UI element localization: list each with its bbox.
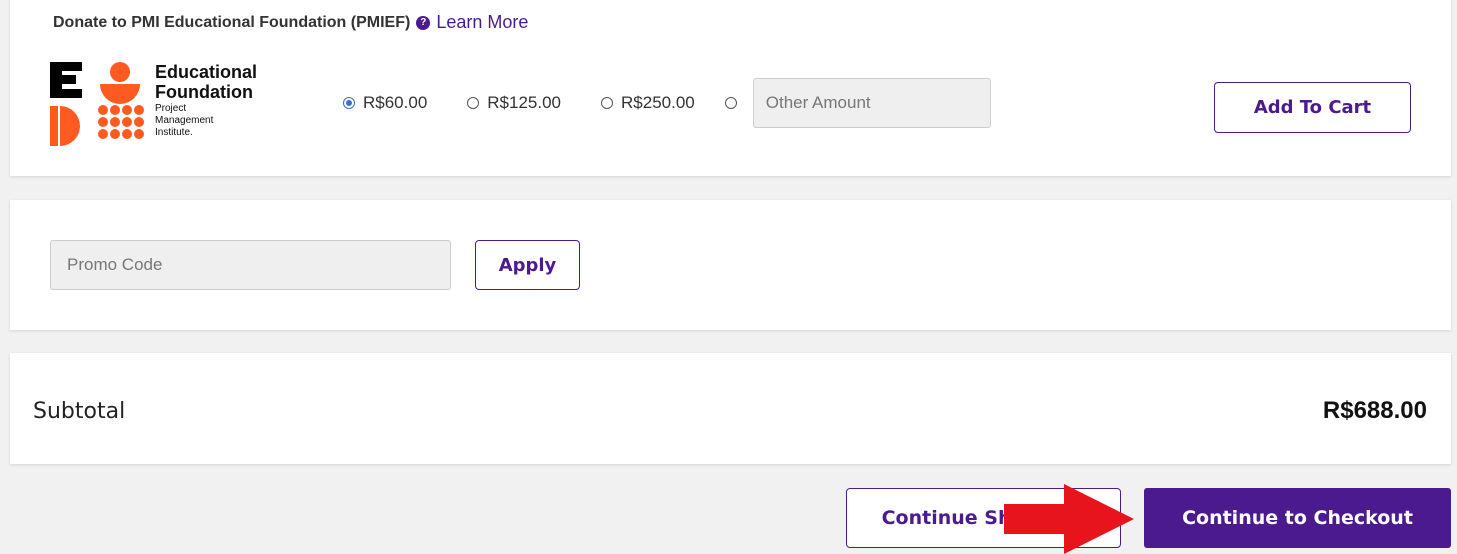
- donation-option-label: R$250.00: [621, 93, 695, 112]
- red-arrow-annotation-icon: [1004, 484, 1134, 554]
- promo-code-input[interactable]: Promo Code: [50, 240, 451, 290]
- radio-button-selected[interactable]: [343, 97, 355, 109]
- logo-text: Educational Foundation Project Managemen…: [155, 62, 257, 138]
- donation-option-label: R$60.00: [363, 93, 428, 112]
- donation-heading-text: Donate to PMI Educational Foundation (PM…: [53, 13, 411, 31]
- donation-card: Donate to PMI Educational Foundation (PM…: [10, 0, 1451, 176]
- radio-button[interactable]: [601, 97, 614, 109]
- donation-option-other[interactable]: Other Amount: [724, 78, 991, 128]
- other-amount-input[interactable]: Other Amount: [752, 78, 991, 128]
- add-to-cart-button[interactable]: Add To Cart: [1214, 82, 1411, 133]
- logo-mark: [50, 62, 144, 146]
- donation-option-60[interactable]: R$60.00: [343, 93, 427, 113]
- help-icon[interactable]: ?: [416, 15, 431, 30]
- donation-amount-options: R$60.00 R$125.00 R$250.00 Other Amount: [343, 78, 991, 128]
- logo-sub-line3: Institute.: [155, 127, 193, 138]
- subtotal-card: Subtotal R$688.00: [10, 353, 1451, 464]
- radio-button[interactable]: [467, 97, 480, 109]
- donation-heading: Donate to PMI Educational Foundation (PM…: [53, 12, 528, 33]
- subtotal-value: R$688.00: [1322, 397, 1427, 424]
- learn-more-link[interactable]: Learn More: [436, 12, 528, 33]
- educational-foundation-logo: Educational Foundation Project Managemen…: [50, 62, 310, 152]
- subtotal-label: Subtotal: [33, 399, 126, 424]
- logo-sub-line2: Management: [155, 115, 214, 126]
- donation-option-250[interactable]: R$250.00: [601, 93, 695, 113]
- logo-title-line2: Foundation: [155, 82, 253, 102]
- donation-option-125[interactable]: R$125.00: [467, 93, 561, 113]
- donation-option-label: R$125.00: [487, 93, 562, 112]
- continue-to-checkout-button[interactable]: Continue to Checkout: [1144, 488, 1451, 548]
- radio-button[interactable]: [724, 97, 737, 109]
- logo-sub-line1: Project: [155, 103, 187, 114]
- promo-card: Promo Code Apply: [10, 200, 1451, 330]
- apply-promo-button[interactable]: Apply: [475, 240, 580, 290]
- logo-title-line1: Educational: [155, 62, 258, 82]
